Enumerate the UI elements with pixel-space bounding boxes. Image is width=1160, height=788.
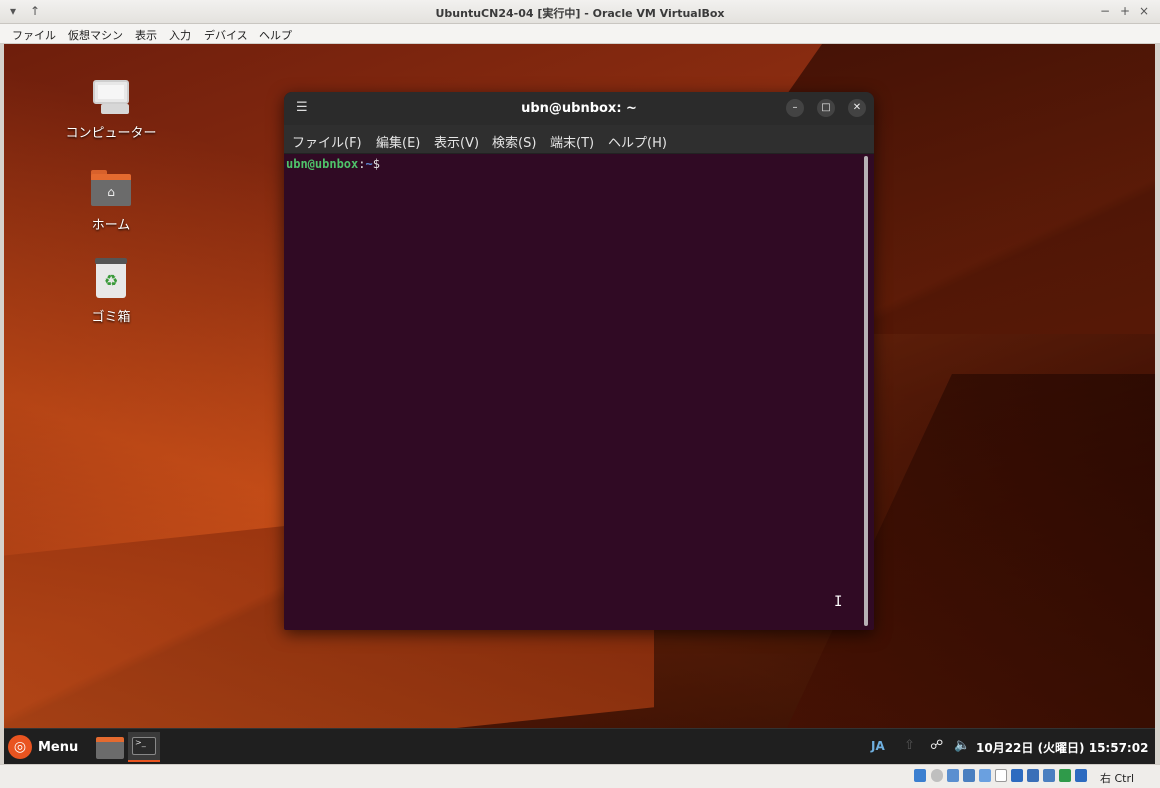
- home-folder-icon: ⌂: [91, 170, 131, 206]
- terminal-menu-view[interactable]: 表示(V): [434, 132, 479, 151]
- host-titlebar: ▾ ↑ UbuntuCN24-04 [実行中] - Oracle VM Virt…: [0, 0, 1160, 24]
- input-method-indicator[interactable]: JA: [871, 739, 885, 753]
- host-menu-machine[interactable]: 仮想マシン: [68, 27, 123, 43]
- mouse-integration-icon[interactable]: [1075, 769, 1087, 782]
- terminal-menu-search[interactable]: 検索(S): [492, 132, 536, 151]
- terminal-menu-help[interactable]: ヘルプ(H): [608, 132, 667, 151]
- taskbar-files-button[interactable]: [94, 732, 126, 762]
- terminal-titlebar[interactable]: ☰ ubn@ubnbox: ~ – □ ✕: [284, 92, 874, 125]
- terminal-menubar: ファイル(F) 編集(E) 表示(V) 検索(S) 端末(T) ヘルプ(H): [284, 125, 874, 154]
- folder-icon: [96, 737, 124, 759]
- app-menu-label: Menu: [38, 739, 79, 755]
- virtualization-icon[interactable]: [1059, 769, 1071, 782]
- ubuntu-logo-icon: ◎: [8, 735, 32, 759]
- terminal-menu-terminal[interactable]: 端末(T): [550, 132, 594, 151]
- recording-icon[interactable]: [1027, 769, 1039, 782]
- desktop-icon-label: コンピューター: [65, 126, 157, 141]
- computer-icon: [91, 80, 131, 114]
- terminal-content[interactable]: ubn@ubnbox:~$: [284, 154, 874, 630]
- minimize-icon[interactable]: –: [786, 99, 804, 117]
- shell-prompt: ubn@ubnbox:~$: [286, 157, 380, 171]
- terminal-menu-edit[interactable]: 編集(E): [376, 132, 420, 151]
- host-menu-devices[interactable]: デバイス: [204, 27, 248, 43]
- audio-icon[interactable]: [947, 769, 959, 782]
- host-menu-view[interactable]: 表示: [135, 27, 157, 43]
- update-icon[interactable]: ⇧: [904, 738, 915, 753]
- usb-icon[interactable]: [979, 769, 991, 782]
- terminal-icon: >_: [132, 737, 156, 755]
- taskbar-terminal-button[interactable]: >_: [128, 732, 160, 762]
- terminal-scrollbar[interactable]: [864, 156, 868, 626]
- desktop-icon-label: ゴミ箱: [91, 310, 131, 325]
- terminal-menu-file[interactable]: ファイル(F): [292, 132, 362, 151]
- guest-taskbar: ◎ Menu >_ JA ⇧ ☍ 🔈 10月22日 (火曜日) 15:57:02: [4, 728, 1155, 764]
- desktop-icon-label: ホーム: [91, 218, 131, 233]
- app-menu-button[interactable]: ◎ Menu: [8, 734, 78, 760]
- clock[interactable]: 10月22日 (火曜日) 15:57:02: [976, 739, 1148, 756]
- optical-drive-icon[interactable]: [931, 769, 943, 782]
- desktop-icon-trash[interactable]: ♻ ゴミ箱: [56, 258, 166, 325]
- trash-icon: ♻: [95, 258, 127, 298]
- network-adapter-icon[interactable]: [963, 769, 975, 782]
- text-cursor-icon: I: [834, 594, 843, 610]
- volume-icon[interactable]: 🔈: [954, 738, 970, 753]
- host-menu-input[interactable]: 入力: [169, 27, 191, 43]
- display-icon[interactable]: [1011, 769, 1023, 782]
- shared-folder-icon[interactable]: [995, 769, 1007, 782]
- close-icon[interactable]: ✕: [848, 99, 866, 117]
- terminal-window[interactable]: ☰ ubn@ubnbox: ~ – □ ✕ ファイル(F) 編集(E) 表示(V…: [284, 92, 874, 630]
- maximize-icon[interactable]: □: [817, 99, 835, 117]
- host-menu-file[interactable]: ファイル: [12, 27, 56, 43]
- hard-disk-icon[interactable]: [914, 769, 926, 782]
- host-menubar: ファイル 仮想マシン 表示 入力 デバイス ヘルプ: [0, 24, 1160, 44]
- desktop-icon-computer[interactable]: コンピューター: [56, 80, 166, 141]
- cpu-icon[interactable]: [1043, 769, 1055, 782]
- host-maximize-button[interactable]: +: [1120, 4, 1130, 18]
- host-statusbar: 右 Ctrl: [0, 764, 1160, 788]
- host-close-button[interactable]: ×: [1139, 4, 1149, 18]
- desktop-icon-home[interactable]: ⌂ ホーム: [56, 170, 166, 233]
- host-menu-help[interactable]: ヘルプ: [259, 27, 292, 43]
- host-key-label: 右 Ctrl: [1100, 772, 1135, 785]
- host-window-title: UbuntuCN24-04 [実行中] - Oracle VM VirtualB…: [435, 7, 725, 20]
- host-minimize-button[interactable]: −: [1100, 4, 1110, 18]
- network-icon[interactable]: ☍: [930, 738, 943, 753]
